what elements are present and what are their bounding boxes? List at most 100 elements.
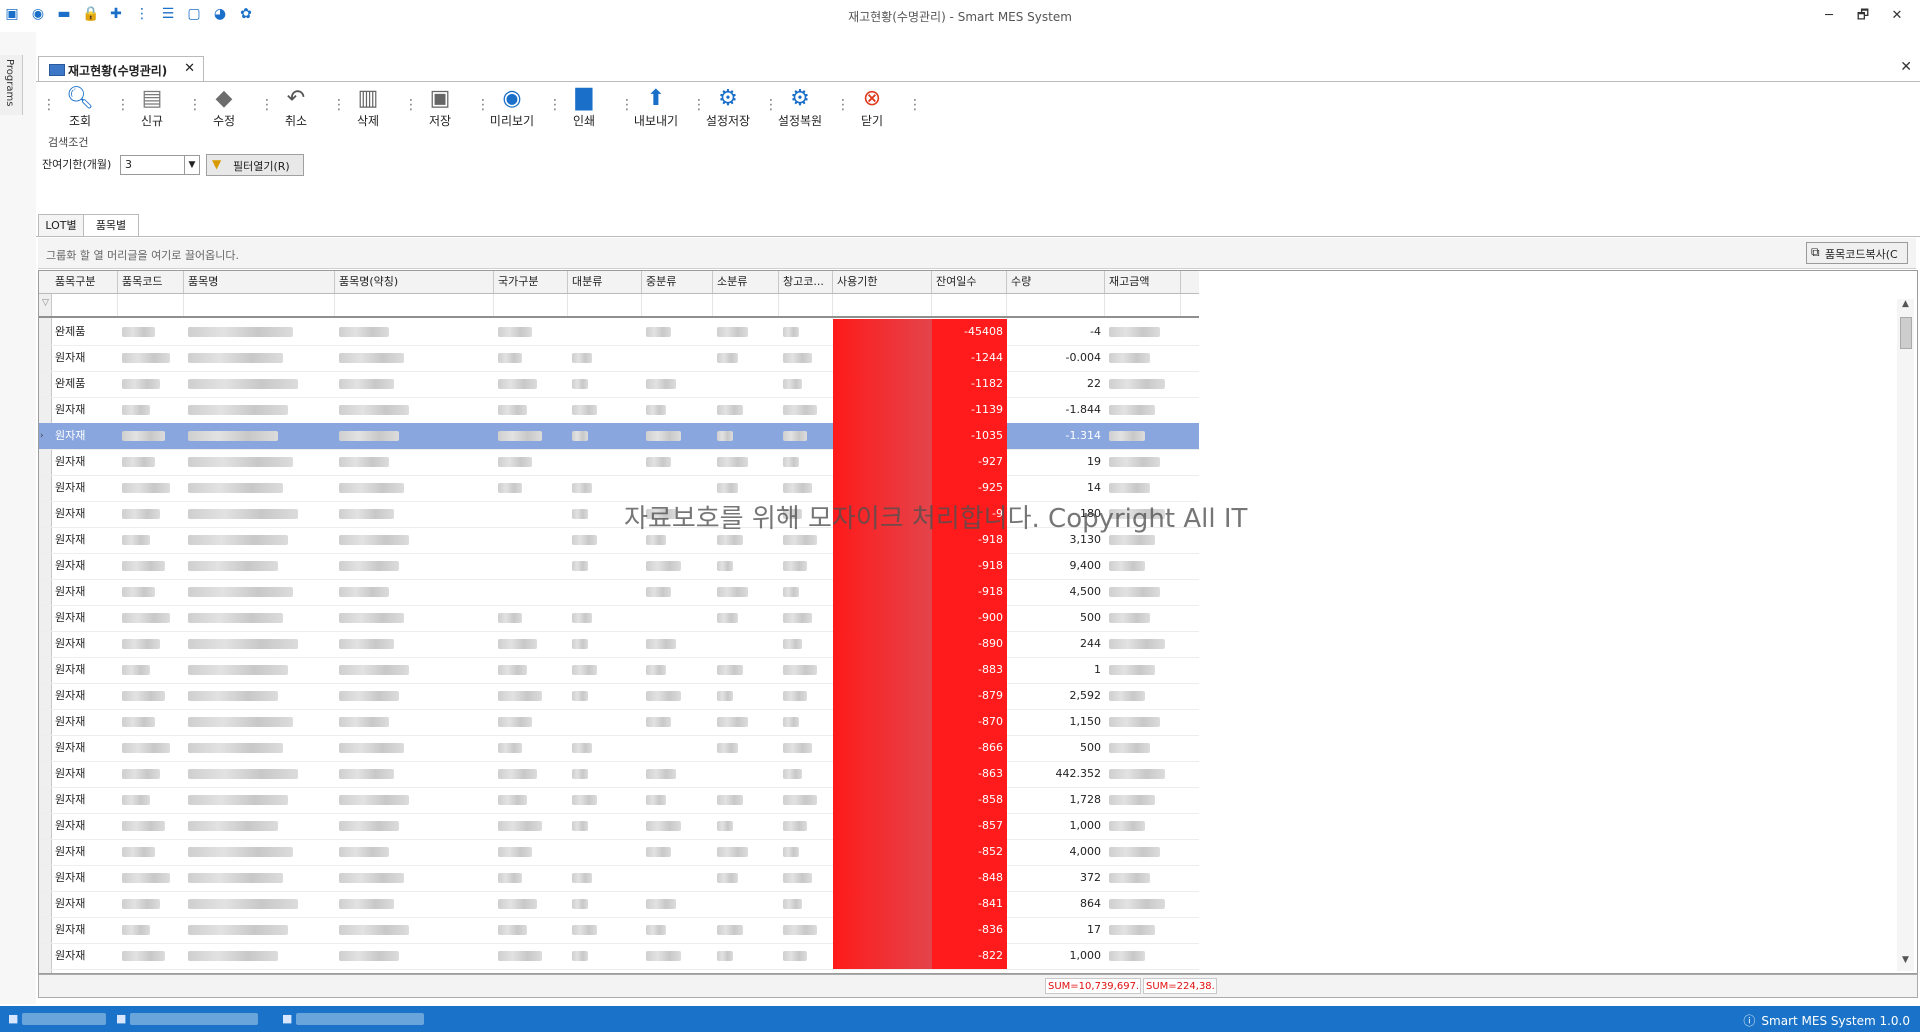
cell-item-code[interactable] — [118, 397, 184, 423]
cell-minor-category[interactable] — [713, 501, 779, 527]
cell-item-short-name[interactable] — [335, 449, 494, 475]
grid-filter-row[interactable]: ▽ — [39, 294, 1199, 318]
document-tab[interactable]: 재고현황(수명관리) ✕ — [38, 56, 204, 82]
cell-middle-category[interactable] — [642, 657, 713, 683]
cell-quantity[interactable]: 14 — [1007, 475, 1105, 501]
cell-remaining-days[interactable]: -925 — [932, 475, 1007, 501]
cell-item-name[interactable] — [184, 917, 335, 943]
cell-expiry-date[interactable] — [833, 579, 932, 605]
cell-major-category[interactable] — [568, 397, 642, 423]
cell-major-category[interactable] — [568, 319, 642, 345]
cell-minor-category[interactable] — [713, 683, 779, 709]
cell-item-name[interactable] — [184, 865, 335, 891]
cell-item-name[interactable] — [184, 371, 335, 397]
cell-item-short-name[interactable] — [335, 709, 494, 735]
cell-stock-amount[interactable] — [1105, 579, 1181, 605]
cell-warehouse-code[interactable] — [779, 371, 833, 397]
cell-expiry-date[interactable] — [833, 631, 932, 657]
table-row[interactable]: 원자재 -848 372 — [39, 865, 1199, 892]
cell-warehouse-code[interactable] — [779, 735, 833, 761]
cell-quantity[interactable]: 1 — [1007, 657, 1105, 683]
cell-major-category[interactable] — [568, 579, 642, 605]
cell-remaining-days[interactable]: -863 — [932, 761, 1007, 787]
cell-stock-amount[interactable] — [1105, 865, 1181, 891]
cell-item-name[interactable] — [184, 839, 335, 865]
cell-stock-amount[interactable] — [1105, 683, 1181, 709]
cell-stock-amount[interactable] — [1105, 813, 1181, 839]
cell-warehouse-code[interactable] — [779, 501, 833, 527]
cell-warehouse-code[interactable] — [779, 761, 833, 787]
cell-country[interactable] — [494, 397, 568, 423]
cell-stock-amount[interactable] — [1105, 631, 1181, 657]
cell-middle-category[interactable] — [642, 839, 713, 865]
cell-country[interactable] — [494, 319, 568, 345]
cell-item-short-name[interactable] — [335, 917, 494, 943]
cell-item-code[interactable] — [118, 683, 184, 709]
cell-item-short-name[interactable] — [335, 527, 494, 553]
cell-stock-amount[interactable] — [1105, 787, 1181, 813]
cell-item-code[interactable] — [118, 709, 184, 735]
cell-item-code[interactable] — [118, 865, 184, 891]
restore-settings-button[interactable]: ⚙ 설정복원 — [770, 84, 830, 130]
cell-country[interactable] — [494, 865, 568, 891]
cell-middle-category[interactable] — [642, 917, 713, 943]
cell-item-name[interactable] — [184, 319, 335, 345]
cell-quantity[interactable]: 442.352 — [1007, 761, 1105, 787]
cell-item-name[interactable] — [184, 787, 335, 813]
cell-middle-category[interactable] — [642, 319, 713, 345]
cell-item-short-name[interactable] — [335, 735, 494, 761]
cell-item-short-name[interactable] — [335, 475, 494, 501]
column-header-remaining-days[interactable]: 잔여일수 — [932, 271, 1007, 293]
cell-stock-amount[interactable] — [1105, 657, 1181, 683]
cell-expiry-date[interactable] — [833, 891, 932, 917]
column-header-major-category[interactable]: 대분류 — [568, 271, 642, 293]
cell-remaining-days[interactable]: -918 — [932, 579, 1007, 605]
cell-minor-category[interactable] — [713, 709, 779, 735]
cell-item-short-name[interactable] — [335, 761, 494, 787]
cell-stock-amount[interactable] — [1105, 345, 1181, 371]
cell-remaining-days[interactable]: -918 — [932, 527, 1007, 553]
table-row[interactable]: 원자재 -925 14 — [39, 475, 1199, 502]
cell-stock-amount[interactable] — [1105, 319, 1181, 345]
cell-quantity[interactable]: 2,592 — [1007, 683, 1105, 709]
table-row[interactable]: 원자재 -890 244 — [39, 631, 1199, 658]
tab-close-icon[interactable]: ✕ — [184, 61, 195, 76]
cell-minor-category[interactable] — [713, 917, 779, 943]
minimize-button[interactable]: ─ — [1812, 4, 1846, 28]
scroll-up-icon[interactable]: ▲ — [1897, 299, 1914, 313]
cell-item-code[interactable] — [118, 631, 184, 657]
cell-expiry-date[interactable] — [833, 917, 932, 943]
save-settings-button[interactable]: ⚙ 설정저장 — [698, 84, 758, 130]
cell-minor-category[interactable] — [713, 319, 779, 345]
cell-country[interactable] — [494, 657, 568, 683]
cell-remaining-days[interactable]: -879 — [932, 683, 1007, 709]
cell-quantity[interactable]: 4,500 — [1007, 579, 1105, 605]
cell-item-short-name[interactable] — [335, 319, 494, 345]
cell-item-type[interactable]: 원자재 — [51, 631, 118, 657]
cell-stock-amount[interactable] — [1105, 891, 1181, 917]
cell-expiry-date[interactable] — [833, 553, 932, 579]
cell-middle-category[interactable] — [642, 423, 713, 449]
cell-minor-category[interactable] — [713, 891, 779, 917]
cell-stock-amount[interactable] — [1105, 761, 1181, 787]
cell-warehouse-code[interactable] — [779, 943, 833, 969]
cell-item-short-name[interactable] — [335, 657, 494, 683]
search-button[interactable]: 🔍︎ 조회 — [50, 84, 110, 130]
cell-middle-category[interactable] — [642, 345, 713, 371]
cell-stock-amount[interactable] — [1105, 423, 1181, 449]
close-button[interactable]: ⊗ 닫기 — [842, 84, 902, 130]
cell-item-code[interactable] — [118, 475, 184, 501]
cell-middle-category[interactable] — [642, 579, 713, 605]
cell-item-short-name[interactable] — [335, 787, 494, 813]
cell-expiry-date[interactable] — [833, 813, 932, 839]
cell-expiry-date[interactable] — [833, 423, 932, 449]
preview-button[interactable]: ◉ 미리보기 — [482, 84, 542, 130]
cell-major-category[interactable] — [568, 761, 642, 787]
cell-item-short-name[interactable] — [335, 397, 494, 423]
cell-stock-amount[interactable] — [1105, 735, 1181, 761]
cell-stock-amount[interactable] — [1105, 553, 1181, 579]
cell-major-category[interactable] — [568, 501, 642, 527]
cell-item-type[interactable]: 원자재 — [51, 423, 118, 449]
column-header-item-name[interactable]: 품목명 — [184, 271, 335, 293]
cell-remaining-days[interactable]: -836 — [932, 917, 1007, 943]
